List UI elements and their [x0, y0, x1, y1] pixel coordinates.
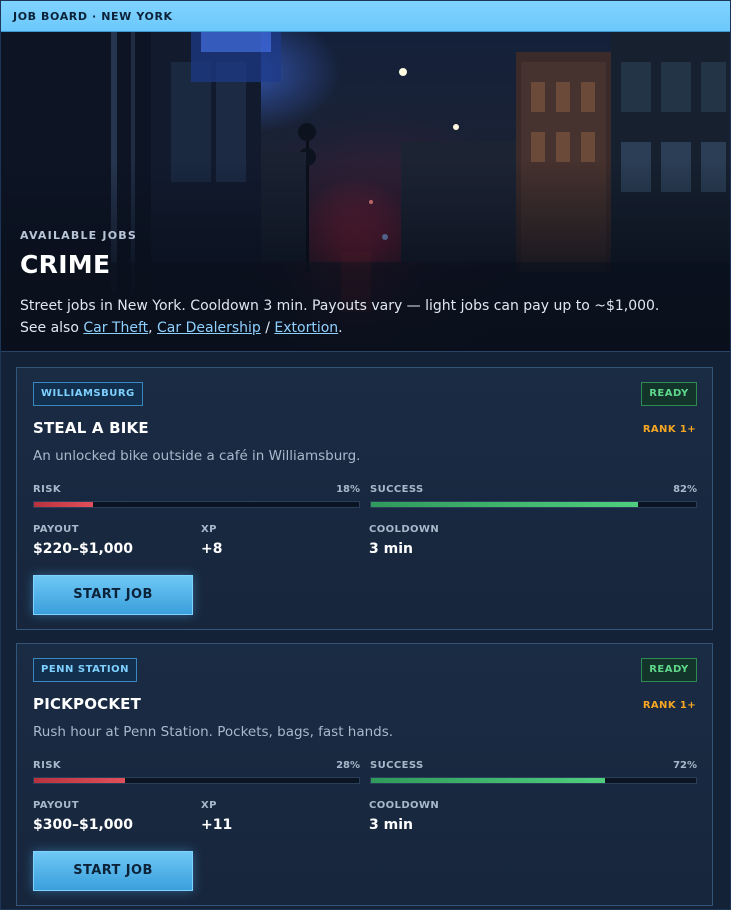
- risk-label: RISK: [33, 760, 61, 771]
- location-tag: WILLIAMSBURG: [33, 382, 143, 406]
- link-extortion[interactable]: Extortion: [274, 320, 338, 336]
- status-badge: READY: [641, 658, 697, 682]
- risk-bar: [33, 501, 360, 508]
- job-title: STEAL A BIKE: [33, 419, 149, 437]
- top-bar-title: JOB BOARD · NEW YORK: [13, 10, 173, 23]
- page-title: CRIME: [20, 250, 111, 279]
- start-job-button[interactable]: START JOB: [33, 851, 193, 891]
- see-also-line: See also Car Theft, Car Dealership / Ext…: [20, 317, 720, 339]
- see-also-prefix: See also: [20, 320, 84, 336]
- job-card: PENN STATION READY PICKPOCKET RANK 1+ Ru…: [16, 643, 713, 906]
- xp-label: XP: [201, 800, 217, 811]
- payout-value: $300–$1,000: [33, 817, 133, 833]
- success-value: 82%: [673, 484, 697, 495]
- risk-label: RISK: [33, 484, 61, 495]
- start-job-button[interactable]: START JOB: [33, 575, 193, 615]
- payout-value: $220–$1,000: [33, 541, 133, 557]
- success-value: 72%: [673, 760, 697, 771]
- risk-bar-fill: [34, 502, 93, 507]
- risk-bar: [33, 777, 360, 784]
- risk-bar-fill: [34, 778, 125, 783]
- success-bar-fill: [371, 778, 605, 783]
- hero-description-text: Street jobs in New York. Cooldown 3 min.…: [20, 298, 660, 314]
- success-label: SUCCESS: [370, 484, 424, 495]
- payout-label: PAYOUT: [33, 524, 79, 535]
- see-also-suffix: .: [338, 320, 343, 336]
- job-card: WILLIAMSBURG READY STEAL A BIKE RANK 1+ …: [16, 367, 713, 630]
- cooldown-value: 3 min: [369, 817, 413, 833]
- location-tag: PENN STATION: [33, 658, 138, 682]
- success-bar: [370, 777, 697, 784]
- success-bar: [370, 501, 697, 508]
- rank-requirement: RANK 1+: [642, 424, 696, 435]
- top-bar: JOB BOARD · NEW YORK: [1, 1, 730, 32]
- link-separator: ,: [148, 320, 158, 336]
- success-bar-fill: [371, 502, 638, 507]
- xp-value: +11: [201, 817, 233, 833]
- risk-value: 28%: [336, 760, 360, 771]
- rank-requirement: RANK 1+: [642, 700, 696, 711]
- job-title: PICKPOCKET: [33, 695, 142, 713]
- cooldown-label: COOLDOWN: [369, 524, 440, 535]
- job-description: Rush hour at Penn Station. Pockets, bags…: [33, 724, 394, 740]
- job-description: An unlocked bike outside a café in Willi…: [33, 448, 361, 464]
- hero-banner: AVAILABLE JOBS CRIME Street jobs in New …: [1, 32, 730, 352]
- cooldown-value: 3 min: [369, 541, 413, 557]
- cooldown-label: COOLDOWN: [369, 800, 440, 811]
- link-car-dealership[interactable]: Car Dealership: [157, 320, 261, 336]
- hero-description: Street jobs in New York. Cooldown 3 min.…: [20, 295, 720, 339]
- risk-value: 18%: [336, 484, 360, 495]
- xp-value: +8: [201, 541, 223, 557]
- status-badge: READY: [641, 382, 697, 406]
- link-separator: /: [260, 320, 275, 336]
- payout-label: PAYOUT: [33, 800, 79, 811]
- link-car-theft[interactable]: Car Theft: [83, 320, 148, 336]
- success-label: SUCCESS: [370, 760, 424, 771]
- xp-label: XP: [201, 524, 217, 535]
- hero-eyebrow: AVAILABLE JOBS: [20, 229, 137, 242]
